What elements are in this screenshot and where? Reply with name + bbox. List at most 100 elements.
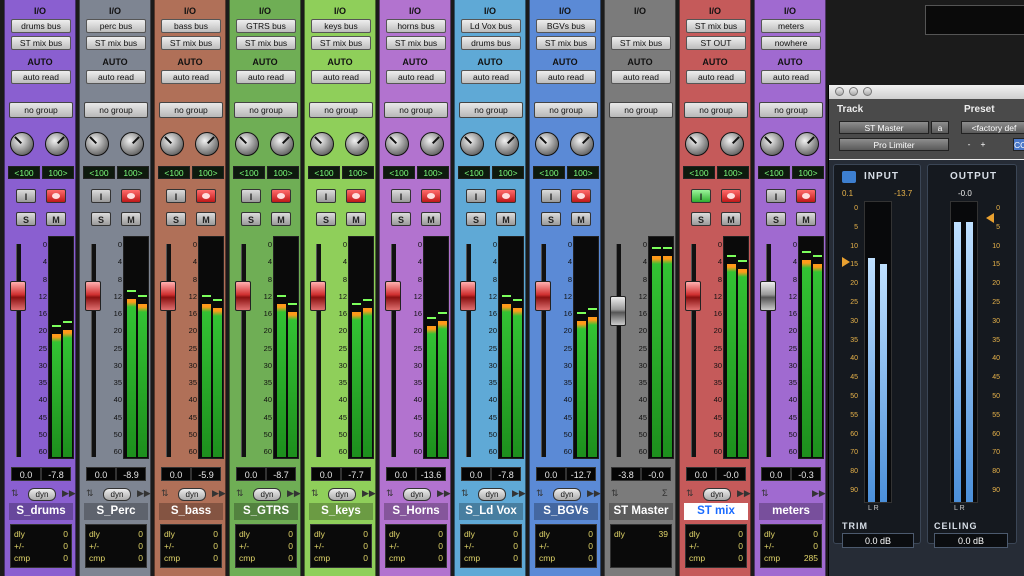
pan-left-knob[interactable] bbox=[385, 132, 409, 156]
solo-button[interactable]: S bbox=[166, 212, 186, 226]
automation-mode-selector[interactable]: auto read bbox=[311, 70, 371, 84]
input-selector[interactable]: keys bus bbox=[311, 19, 371, 33]
peak-readout[interactable]: -7.8 bbox=[491, 467, 521, 481]
volume-readout[interactable]: 0.0 bbox=[761, 467, 791, 481]
automation-mode-selector[interactable]: auto read bbox=[761, 70, 821, 84]
volume-readout[interactable]: 0.0 bbox=[461, 467, 491, 481]
mute-button[interactable]: M bbox=[421, 212, 441, 226]
pan-right-knob[interactable] bbox=[795, 132, 819, 156]
pan-left-knob[interactable] bbox=[310, 132, 334, 156]
output-selector[interactable]: ST mix bus bbox=[311, 36, 371, 50]
track-name[interactable]: ST mix bbox=[684, 503, 748, 520]
group-selector[interactable]: no group bbox=[759, 102, 823, 118]
pan-right-knob[interactable] bbox=[720, 132, 744, 156]
record-button[interactable] bbox=[571, 189, 591, 203]
automation-mode-selector[interactable]: auto read bbox=[686, 70, 746, 84]
input-monitor-button[interactable]: I bbox=[766, 189, 786, 203]
dyn-button[interactable]: dyn bbox=[103, 488, 131, 501]
peak-readout[interactable]: -0.0 bbox=[716, 467, 746, 481]
input-selector[interactable]: BGVs bus bbox=[536, 19, 596, 33]
pan-right-knob[interactable] bbox=[495, 132, 519, 156]
record-button[interactable] bbox=[346, 189, 366, 203]
track-name[interactable]: S_Perc bbox=[84, 503, 148, 520]
input-monitor-button[interactable]: I bbox=[241, 189, 261, 203]
pan-left-knob[interactable] bbox=[85, 132, 109, 156]
ceiling-field[interactable]: 0.0 dB bbox=[934, 533, 1008, 548]
track-name[interactable]: S_keys bbox=[309, 503, 373, 520]
peak-readout[interactable]: -0.0 bbox=[641, 467, 671, 481]
fader-track[interactable] bbox=[616, 244, 621, 457]
solo-button[interactable]: S bbox=[91, 212, 111, 226]
volume-fader[interactable] bbox=[10, 281, 26, 311]
pan-right-knob[interactable] bbox=[570, 132, 594, 156]
group-selector[interactable]: no group bbox=[309, 102, 373, 118]
record-button[interactable] bbox=[46, 189, 66, 203]
plugin-selector[interactable]: Pro Limiter bbox=[839, 138, 949, 151]
volume-fader[interactable] bbox=[85, 281, 101, 311]
automation-mode-selector[interactable]: auto read bbox=[386, 70, 446, 84]
volume-fader[interactable] bbox=[310, 281, 326, 311]
track-name[interactable]: S_BGVs bbox=[534, 503, 598, 520]
volume-readout[interactable]: 0.0 bbox=[161, 467, 191, 481]
volume-fader[interactable] bbox=[535, 281, 551, 311]
automation-mode-selector[interactable]: auto read bbox=[11, 70, 71, 84]
track-name[interactable]: meters bbox=[759, 503, 823, 520]
track-name[interactable]: S_Ld Vox bbox=[459, 503, 523, 520]
track-name[interactable]: ST Master bbox=[609, 503, 673, 520]
pan-left-knob[interactable] bbox=[460, 132, 484, 156]
mute-button[interactable]: M bbox=[271, 212, 291, 226]
dyn-button[interactable]: dyn bbox=[703, 488, 731, 501]
track-name[interactable]: S_drums bbox=[9, 503, 73, 520]
mute-button[interactable]: M bbox=[796, 212, 816, 226]
solo-button[interactable]: S bbox=[316, 212, 336, 226]
pan-left-knob[interactable] bbox=[760, 132, 784, 156]
zoom-dot-icon[interactable] bbox=[863, 87, 872, 96]
fader-track[interactable] bbox=[241, 244, 246, 457]
input-selector[interactable]: horns bus bbox=[386, 19, 446, 33]
fader-track[interactable] bbox=[541, 244, 546, 457]
output-selector[interactable]: ST mix bus bbox=[11, 36, 71, 50]
volume-readout[interactable]: 0.0 bbox=[386, 467, 416, 481]
group-selector[interactable]: no group bbox=[234, 102, 298, 118]
dyn-button[interactable]: dyn bbox=[178, 488, 206, 501]
peak-readout[interactable]: -7.7 bbox=[341, 467, 371, 481]
input-monitor-button[interactable]: I bbox=[91, 189, 111, 203]
output-selector[interactable]: nowhere bbox=[761, 36, 821, 50]
record-button[interactable] bbox=[421, 189, 441, 203]
group-selector[interactable]: no group bbox=[534, 102, 598, 118]
fader-track[interactable] bbox=[391, 244, 396, 457]
pan-left-knob[interactable] bbox=[160, 132, 184, 156]
output-selector[interactable]: ST mix bus bbox=[386, 36, 446, 50]
input-selector[interactable]: perc bus bbox=[86, 19, 146, 33]
peak-readout[interactable]: -8.7 bbox=[266, 467, 296, 481]
dyn-button[interactable]: dyn bbox=[28, 488, 56, 501]
peak-readout[interactable]: -8.9 bbox=[116, 467, 146, 481]
trim-field[interactable]: 0.0 dB bbox=[842, 533, 914, 548]
solo-button[interactable]: S bbox=[541, 212, 561, 226]
pan-left-knob[interactable] bbox=[535, 132, 559, 156]
input-selector[interactable]: Ld Vox bus bbox=[461, 19, 521, 33]
group-selector[interactable]: no group bbox=[609, 102, 673, 118]
peak-readout[interactable]: -7.8 bbox=[41, 467, 71, 481]
group-selector[interactable]: no group bbox=[459, 102, 523, 118]
track-name[interactable]: S_bass bbox=[159, 503, 223, 520]
fader-track[interactable] bbox=[691, 244, 696, 457]
volume-fader[interactable] bbox=[760, 281, 776, 311]
fader-track[interactable] bbox=[16, 244, 21, 457]
volume-fader[interactable] bbox=[460, 281, 476, 311]
mute-button[interactable]: M bbox=[496, 212, 516, 226]
plugin-titlebar[interactable] bbox=[829, 85, 1024, 100]
fader-track[interactable] bbox=[466, 244, 471, 457]
group-selector[interactable]: no group bbox=[9, 102, 73, 118]
volume-fader[interactable] bbox=[685, 281, 701, 311]
input-monitor-button[interactable]: I bbox=[691, 189, 711, 203]
solo-button[interactable]: S bbox=[391, 212, 411, 226]
record-button[interactable] bbox=[196, 189, 216, 203]
volume-readout[interactable]: 0.0 bbox=[536, 467, 566, 481]
automation-mode-selector[interactable]: auto read bbox=[86, 70, 146, 84]
output-selector[interactable]: ST mix bus bbox=[161, 36, 221, 50]
solo-button[interactable]: S bbox=[691, 212, 711, 226]
mute-button[interactable]: M bbox=[46, 212, 66, 226]
track-name[interactable]: S_Horns bbox=[384, 503, 448, 520]
peak-readout[interactable]: -13.6 bbox=[416, 467, 446, 481]
